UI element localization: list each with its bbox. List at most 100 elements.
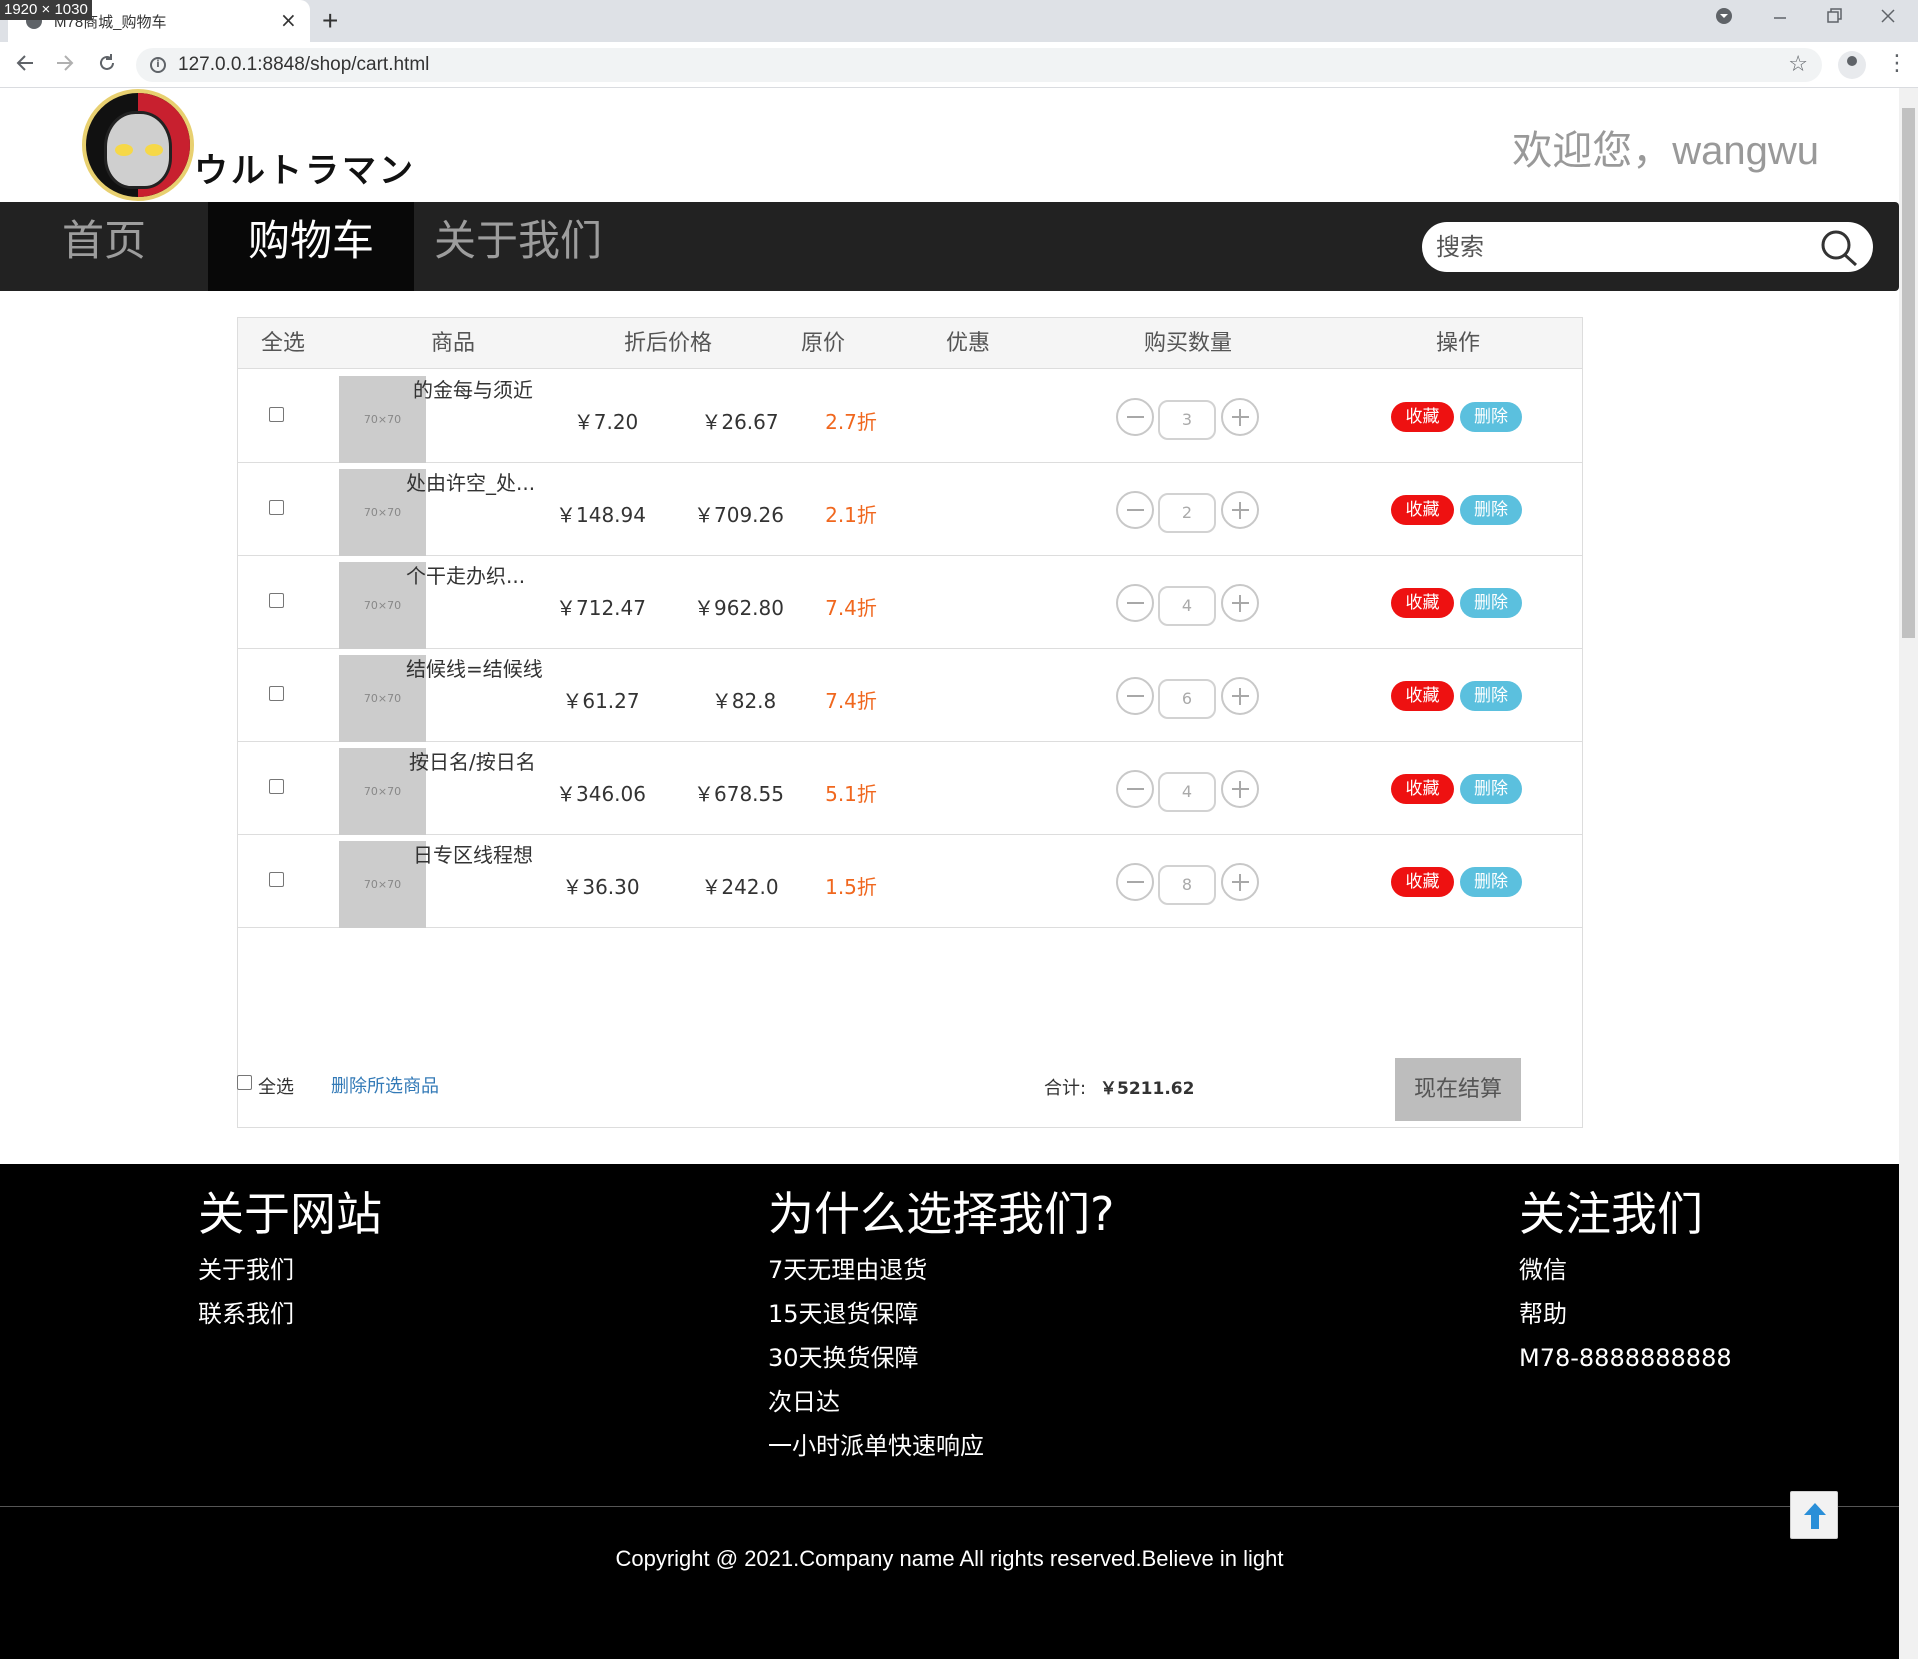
quantity-field[interactable]: 4 (1158, 586, 1216, 626)
product-name[interactable]: 结候线=结候线 (406, 653, 543, 682)
quantity-minus-icon[interactable] (1116, 770, 1154, 808)
quantity-field[interactable]: 6 (1158, 679, 1216, 719)
url-text: 127.0.0.1:8848/shop/cart.html (178, 54, 430, 75)
favorite-button[interactable]: 收藏 (1391, 681, 1454, 711)
footer-link-wechat[interactable]: 微信 (1519, 1248, 1732, 1292)
search-input[interactable] (1436, 228, 1816, 266)
original-price: ￥962.80 (694, 596, 784, 620)
quantity-plus-icon[interactable] (1221, 677, 1259, 715)
row-checkbox[interactable] (269, 593, 284, 608)
product-name[interactable]: 处由许空_处... (406, 467, 535, 496)
favorite-button[interactable]: 收藏 (1391, 774, 1454, 804)
footer-link-contact[interactable]: 联系我们 (198, 1292, 382, 1336)
quantity-field[interactable]: 2 (1158, 493, 1216, 533)
omnibox[interactable]: i 127.0.0.1:8848/shop/cart.html ☆ (136, 48, 1822, 82)
discount-price: ￥346.06 (556, 782, 646, 806)
favorite-button[interactable]: 收藏 (1391, 495, 1454, 525)
back-arrow-icon[interactable] (14, 52, 36, 80)
discount-price: ￥712.47 (556, 596, 646, 620)
footer-item[interactable]: 15天退货保障 (768, 1292, 1114, 1336)
search-icon[interactable] (1818, 228, 1862, 268)
restore-icon[interactable] (1824, 6, 1844, 32)
logo-eye-icon (115, 144, 133, 156)
footer-divider (0, 1506, 1899, 1507)
col-product: 商品 (430, 331, 475, 356)
delete-selected-link[interactable]: 删除所选商品 (331, 1072, 439, 1098)
product-name[interactable]: 个干走办织... (406, 560, 525, 589)
quantity-plus-icon[interactable] (1221, 398, 1259, 436)
back-to-top-button[interactable] (1790, 1491, 1838, 1539)
quantity-plus-icon[interactable] (1221, 491, 1259, 529)
delete-button[interactable]: 删除 (1460, 402, 1522, 432)
original-price: ￥26.67 (701, 410, 779, 434)
quantity-field[interactable]: 8 (1158, 865, 1216, 905)
nav-about[interactable]: 关于我们 (430, 202, 606, 291)
col-discount: 优惠 (945, 331, 990, 356)
bookmark-star-icon[interactable]: ☆ (1788, 52, 1808, 77)
reload-icon[interactable] (96, 52, 118, 80)
site-info-icon[interactable]: i (150, 57, 166, 73)
footer-item[interactable]: 30天换货保障 (768, 1336, 1114, 1380)
select-all-label[interactable]: 全选 (258, 1073, 294, 1099)
row-checkbox[interactable] (269, 407, 284, 422)
site-footer: 关于网站 关于我们 联系我们 为什么选择我们? 7天无理由退货 15天退货保障 … (0, 1164, 1899, 1659)
quantity-minus-icon[interactable] (1116, 491, 1154, 529)
page: ウルトラマン 欢迎您，wangwu 首页 购物车 关于我们 全选 商品 折后价格… (0, 88, 1899, 1659)
nav-home[interactable]: 首页 (40, 202, 168, 291)
scrollbar-thumb[interactable] (1902, 108, 1915, 638)
delete-button[interactable]: 删除 (1460, 774, 1522, 804)
row-checkbox[interactable] (269, 779, 284, 794)
footer-title: 关于网站 (198, 1187, 382, 1241)
quantity-minus-icon[interactable] (1116, 677, 1154, 715)
nav-cart[interactable]: 购物车 (208, 202, 414, 291)
window-close-icon[interactable] (1878, 6, 1898, 32)
select-all-checkbox[interactable] (237, 1075, 252, 1090)
favorite-button[interactable]: 收藏 (1391, 402, 1454, 432)
close-tab-icon[interactable]: × (280, 8, 297, 32)
row-checkbox[interactable] (269, 872, 284, 887)
row-checkbox[interactable] (269, 500, 284, 515)
discount-price: ￥36.30 (562, 875, 640, 899)
product-name[interactable]: 的金每与须近 (413, 374, 533, 403)
quantity-plus-icon[interactable] (1221, 584, 1259, 622)
delete-button[interactable]: 删除 (1460, 495, 1522, 525)
row-checkbox[interactable] (269, 686, 284, 701)
browser-menu-icon[interactable]: ⋮ (1886, 50, 1908, 78)
quantity-minus-icon[interactable] (1116, 584, 1154, 622)
cart-row: 70×70 结候线=结候线 ￥61.27 ￥82.8 7.4折 6 收藏 删除 (238, 649, 1582, 742)
checkout-button[interactable]: 现在结算 (1395, 1058, 1521, 1121)
footer-item[interactable]: 一小时派单快速响应 (768, 1424, 1114, 1468)
product-name[interactable]: 按日名/按日名 (409, 746, 536, 775)
quantity-minus-icon[interactable] (1116, 398, 1154, 436)
ultraman-logo-icon[interactable] (82, 89, 194, 201)
quantity-field[interactable]: 4 (1158, 772, 1216, 812)
quantity-plus-icon[interactable] (1221, 770, 1259, 808)
col-actions: 操作 (1435, 331, 1480, 356)
page-scrollbar[interactable] (1899, 88, 1918, 1659)
forward-arrow-icon[interactable] (54, 52, 76, 80)
delete-button[interactable]: 删除 (1460, 588, 1522, 618)
quantity-field[interactable]: 3 (1158, 400, 1216, 440)
logo-text[interactable]: ウルトラマン (194, 143, 416, 192)
col-original-price: 原价 (800, 331, 845, 356)
quantity-minus-icon[interactable] (1116, 863, 1154, 901)
profile-dropdown-icon[interactable] (1714, 6, 1734, 32)
footer-link-about-us[interactable]: 关于我们 (198, 1248, 382, 1292)
product-name[interactable]: 日专区线程想 (413, 839, 533, 868)
delete-button[interactable]: 删除 (1460, 867, 1522, 897)
cart-table-header: 全选 商品 折后价格 原价 优惠 购买数量 操作 (238, 318, 1582, 369)
new-tab-button[interactable]: + (322, 5, 338, 37)
footer-item[interactable]: 7天无理由退货 (768, 1248, 1114, 1292)
profile-avatar-icon[interactable] (1838, 51, 1866, 79)
col-quantity: 购买数量 (1143, 331, 1232, 356)
address-bar-area: i 127.0.0.1:8848/shop/cart.html ☆ ⋮ (0, 42, 1918, 88)
favorite-button[interactable]: 收藏 (1391, 588, 1454, 618)
footer-link-help[interactable]: 帮助 (1519, 1292, 1732, 1336)
minimize-icon[interactable] (1770, 6, 1790, 32)
logo-eye-icon (145, 144, 163, 156)
delete-button[interactable]: 删除 (1460, 681, 1522, 711)
favorite-button[interactable]: 收藏 (1391, 867, 1454, 897)
total-label: 合计: (1044, 1078, 1087, 1099)
quantity-plus-icon[interactable] (1221, 863, 1259, 901)
footer-item[interactable]: 次日达 (768, 1380, 1114, 1424)
